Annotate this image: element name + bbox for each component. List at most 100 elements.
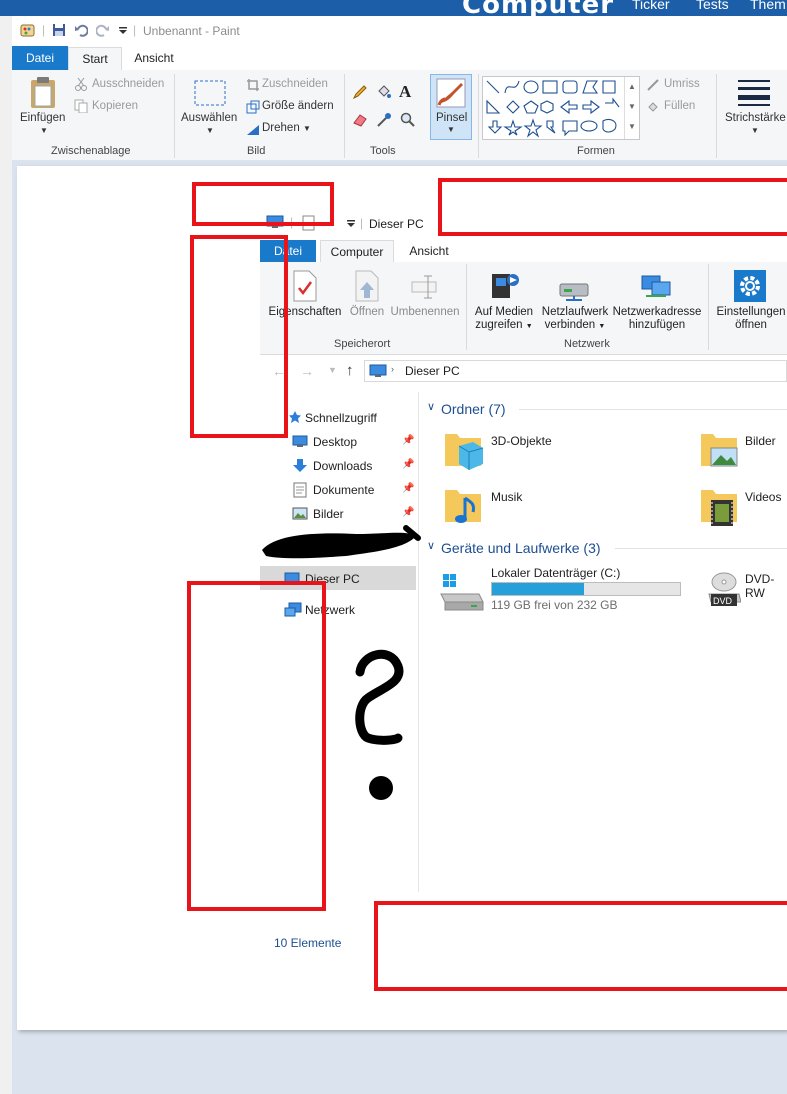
red-highlight-box xyxy=(374,901,787,991)
brush-dropdown-icon: ▼ xyxy=(447,125,455,134)
paste-dropdown-icon[interactable]: ▼ xyxy=(40,126,48,135)
nav-quick-access[interactable]: Schnellzugriff xyxy=(305,411,377,425)
title-separator: | xyxy=(42,23,46,37)
media-access-button[interactable]: Auf Medien zugreifen ▼ xyxy=(470,306,538,333)
drives-header-rule xyxy=(615,548,787,549)
red-highlight-box xyxy=(187,581,326,911)
explorer-tab-computer[interactable]: Computer xyxy=(320,240,394,263)
open-button[interactable]: Öffnen xyxy=(344,306,390,319)
media-access-dropdown-icon: ▼ xyxy=(525,323,533,330)
content-pane: ∨ Ordner (7) 3D-Objekte Bilder Musik Vid… xyxy=(419,392,787,892)
pictures-folder-icon xyxy=(701,434,738,467)
open-icon xyxy=(355,270,379,302)
folder-item[interactable]: Videos xyxy=(697,484,787,528)
color-picker-icon[interactable] xyxy=(376,112,392,128)
brush-icon xyxy=(436,78,466,108)
folder-item[interactable]: Bilder xyxy=(697,428,787,472)
select-dropdown-icon[interactable]: ▼ xyxy=(206,126,214,135)
shapes-scroll[interactable]: ▲ ▼ ▼ xyxy=(624,77,639,139)
paint-ribbon-tabs: Datei Start Ansicht xyxy=(12,46,787,71)
undo-icon[interactable] xyxy=(74,23,88,37)
resize-button[interactable]: Größe ändern xyxy=(262,100,334,112)
pin-icon-4[interactable]: 📌 xyxy=(402,507,414,518)
redo-icon[interactable] xyxy=(96,23,110,37)
media-access-line2: zugreifen xyxy=(475,319,523,331)
select-icon[interactable] xyxy=(194,80,226,106)
rename-button[interactable]: Umbenennen xyxy=(388,306,462,319)
rotate-button[interactable]: Drehen xyxy=(262,122,300,134)
forward-arrow-icon[interactable]: → xyxy=(300,363,314,379)
folders-header-rule xyxy=(519,409,787,410)
folder-name: Videos xyxy=(745,490,782,504)
drive-item[interactable]: Lokaler Datenträger (C:) 119 GB frei von… xyxy=(439,566,689,614)
folder-item[interactable]: Musik xyxy=(441,484,661,528)
site-nav-tests[interactable]: Tests xyxy=(696,0,729,12)
cut-button[interactable]: Ausschneiden xyxy=(92,78,164,90)
copy-icon xyxy=(74,99,88,113)
outline-button[interactable]: Umriss xyxy=(664,78,700,90)
group-label-image: Bild xyxy=(247,145,266,157)
select-button[interactable]: Auswählen xyxy=(181,112,237,124)
explorer-qat-dropdown-icon[interactable] xyxy=(346,219,356,229)
quick-access-dropdown-icon[interactable] xyxy=(118,26,128,36)
dvd-badge: DVD xyxy=(713,596,733,606)
map-drive-button[interactable]: Netzlaufwerk verbinden ▼ xyxy=(536,306,614,333)
pin-icon-3[interactable]: 📌 xyxy=(402,483,414,494)
text-tool-icon[interactable]: A xyxy=(399,82,411,102)
fill-button[interactable]: Füllen xyxy=(664,100,695,112)
shapes-gallery[interactable]: ▲ ▼ ▼ xyxy=(482,76,640,140)
tab-start[interactable]: Start xyxy=(68,47,122,70)
drives-collapse-icon[interactable]: ∨ xyxy=(427,539,435,552)
site-nav-ticker[interactable]: Ticker xyxy=(632,0,670,12)
site-nav-themen[interactable]: Them xyxy=(750,0,786,12)
network-location-button[interactable]: Netzwerkadresse hinzufügen xyxy=(610,306,704,332)
drives-header: Geräte und Laufwerke (3) xyxy=(441,540,601,556)
quick-access-star-icon xyxy=(289,411,301,423)
crop-button[interactable]: Zuschneiden xyxy=(262,78,328,90)
cut-icon xyxy=(75,77,87,91)
network-location-line2: hinzufügen xyxy=(628,319,686,331)
paste-button[interactable]: Einfügen xyxy=(20,112,65,124)
pin-icon[interactable]: 📌 xyxy=(402,435,414,446)
pin-icon-2[interactable]: 📌 xyxy=(402,459,414,470)
copy-button[interactable]: Kopieren xyxy=(92,100,138,112)
folders-collapse-icon[interactable]: ∨ xyxy=(427,400,435,413)
resize-icon xyxy=(246,100,260,114)
explorer-tab-ansicht[interactable]: Ansicht xyxy=(396,240,462,262)
eraser-icon[interactable] xyxy=(352,112,368,128)
rotate-dropdown-icon[interactable]: ▼ xyxy=(303,124,311,133)
fill-bucket-icon[interactable] xyxy=(376,84,392,100)
local-disk-icon xyxy=(440,574,484,611)
tab-datei[interactable]: Datei xyxy=(12,46,68,70)
paste-icon[interactable] xyxy=(28,76,58,110)
stroke-width-dropdown-icon[interactable]: ▼ xyxy=(751,126,759,135)
dvd-drive-item[interactable]: DVD DVD-RW xyxy=(707,566,787,614)
site-logo: Computer xyxy=(462,0,615,16)
properties-icon xyxy=(293,270,317,302)
desktop-icon xyxy=(292,435,308,447)
stroke-width-button[interactable]: Strichstärke xyxy=(725,112,786,124)
stroke-width-icon[interactable] xyxy=(738,78,770,108)
up-arrow-icon[interactable]: ↑ xyxy=(346,362,354,379)
nav-downloads[interactable]: Downloads xyxy=(313,459,372,473)
explorer-group-label-network: Netzwerk xyxy=(564,338,610,350)
nav-documents[interactable]: Dokumente xyxy=(313,483,374,497)
paint-title-bar: | | Unbenannt - Paint xyxy=(12,16,787,46)
address-bar[interactable]: › Dieser PC xyxy=(364,360,787,382)
magnifier-icon[interactable] xyxy=(400,112,416,128)
media-access-line1: Auf Medien xyxy=(474,306,534,318)
nav-pictures[interactable]: Bilder xyxy=(313,507,344,521)
save-icon[interactable] xyxy=(52,23,66,37)
brush-button[interactable]: Pinsel ▼ xyxy=(430,74,472,140)
group-label-tools: Tools xyxy=(370,145,396,157)
group-divider-3 xyxy=(478,74,479,158)
nav-desktop[interactable]: Desktop xyxy=(313,435,357,449)
brush-label: Pinsel xyxy=(436,112,468,124)
open-settings-button[interactable]: Einstellungen öffnen xyxy=(712,306,787,332)
rotate-icon xyxy=(247,125,259,135)
folder-item[interactable]: 3D-Objekte xyxy=(441,428,661,472)
recent-dropdown-icon[interactable]: ▼ xyxy=(328,365,337,375)
tab-ansicht[interactable]: Ansicht xyxy=(124,47,184,69)
settings-line2: öffnen xyxy=(735,319,767,331)
pencil-icon[interactable] xyxy=(352,84,368,100)
